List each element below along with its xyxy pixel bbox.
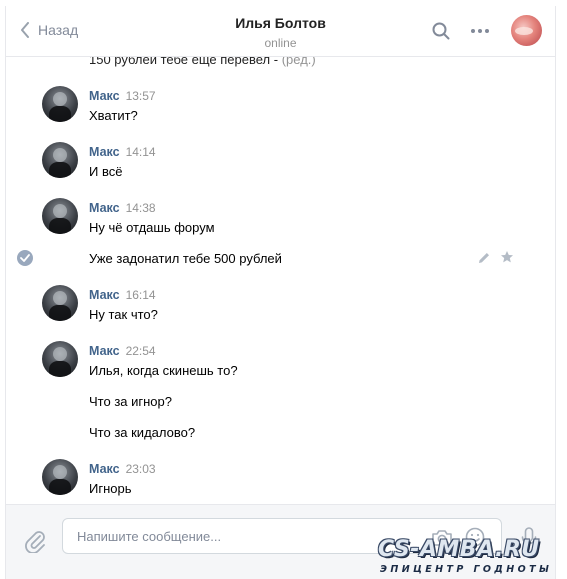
- contact-status: online: [264, 36, 297, 50]
- message-meta: Макс 13:57: [89, 89, 156, 103]
- chat-header: Назад Илья Болтов online: [6, 6, 555, 57]
- star-icon[interactable]: [500, 250, 514, 264]
- message-author[interactable]: Макс: [89, 201, 120, 215]
- message-meta: Макс 22:54: [89, 344, 156, 358]
- paperclip-icon[interactable]: [24, 529, 46, 553]
- message-time[interactable]: 22:54: [126, 344, 156, 358]
- watermark-tagline: ЭПИЦЕНТР ГОДНОТЫ: [380, 564, 553, 575]
- watermark-logo: CS-AMBA.RU ЭПИЦЕНТР ГОДНОТЫ: [378, 537, 563, 577]
- avatar[interactable]: [42, 341, 78, 377]
- message-meta: Макс 14:38: [89, 201, 156, 215]
- more-icon[interactable]: [470, 28, 490, 34]
- message-author[interactable]: Макс: [89, 462, 120, 476]
- message-text: Хватит?: [89, 108, 138, 123]
- message-author[interactable]: Макс: [89, 344, 120, 358]
- message-time[interactable]: 16:14: [126, 288, 156, 302]
- message-text: Игнорь: [89, 481, 132, 496]
- message-meta: Макс 16:14: [89, 288, 156, 302]
- message-meta: Макс 14:14: [89, 145, 156, 159]
- message-meta: Макс 23:03: [89, 462, 156, 476]
- message-time[interactable]: 14:14: [126, 145, 156, 159]
- message-text: Что за игнор?: [89, 394, 172, 409]
- message-time[interactable]: 14:38: [126, 201, 156, 215]
- message-text: Илья, когда скинешь то?: [89, 363, 238, 378]
- avatar[interactable]: [42, 86, 78, 122]
- message-time[interactable]: 23:03: [126, 462, 156, 476]
- message-text: И всё: [89, 164, 123, 179]
- selected-message[interactable]: Уже задонатил тебе 500 рублей: [6, 248, 555, 270]
- message-text: Ну так что?: [89, 307, 158, 322]
- message-time[interactable]: 13:57: [126, 89, 156, 103]
- avatar[interactable]: [42, 142, 78, 178]
- pencil-icon[interactable]: [477, 251, 491, 265]
- message-text: Уже задонатил тебе 500 рублей: [89, 251, 282, 266]
- contact-avatar[interactable]: [511, 15, 542, 46]
- message-text: Ну чё отдашь форум: [89, 220, 215, 235]
- chat-window: Назад Илья Болтов online 150 рублей тебе…: [5, 6, 556, 579]
- message-text: Что за кидалово?: [89, 425, 196, 440]
- search-icon[interactable]: [432, 22, 450, 40]
- check-icon[interactable]: [17, 250, 33, 266]
- message-author[interactable]: Макс: [89, 145, 120, 159]
- watermark-logo-text: CS-AMBA.RU: [378, 537, 540, 562]
- avatar[interactable]: [42, 459, 78, 495]
- avatar[interactable]: [42, 285, 78, 321]
- message-author[interactable]: Макс: [89, 288, 120, 302]
- avatar[interactable]: [42, 198, 78, 234]
- message-author[interactable]: Макс: [89, 89, 120, 103]
